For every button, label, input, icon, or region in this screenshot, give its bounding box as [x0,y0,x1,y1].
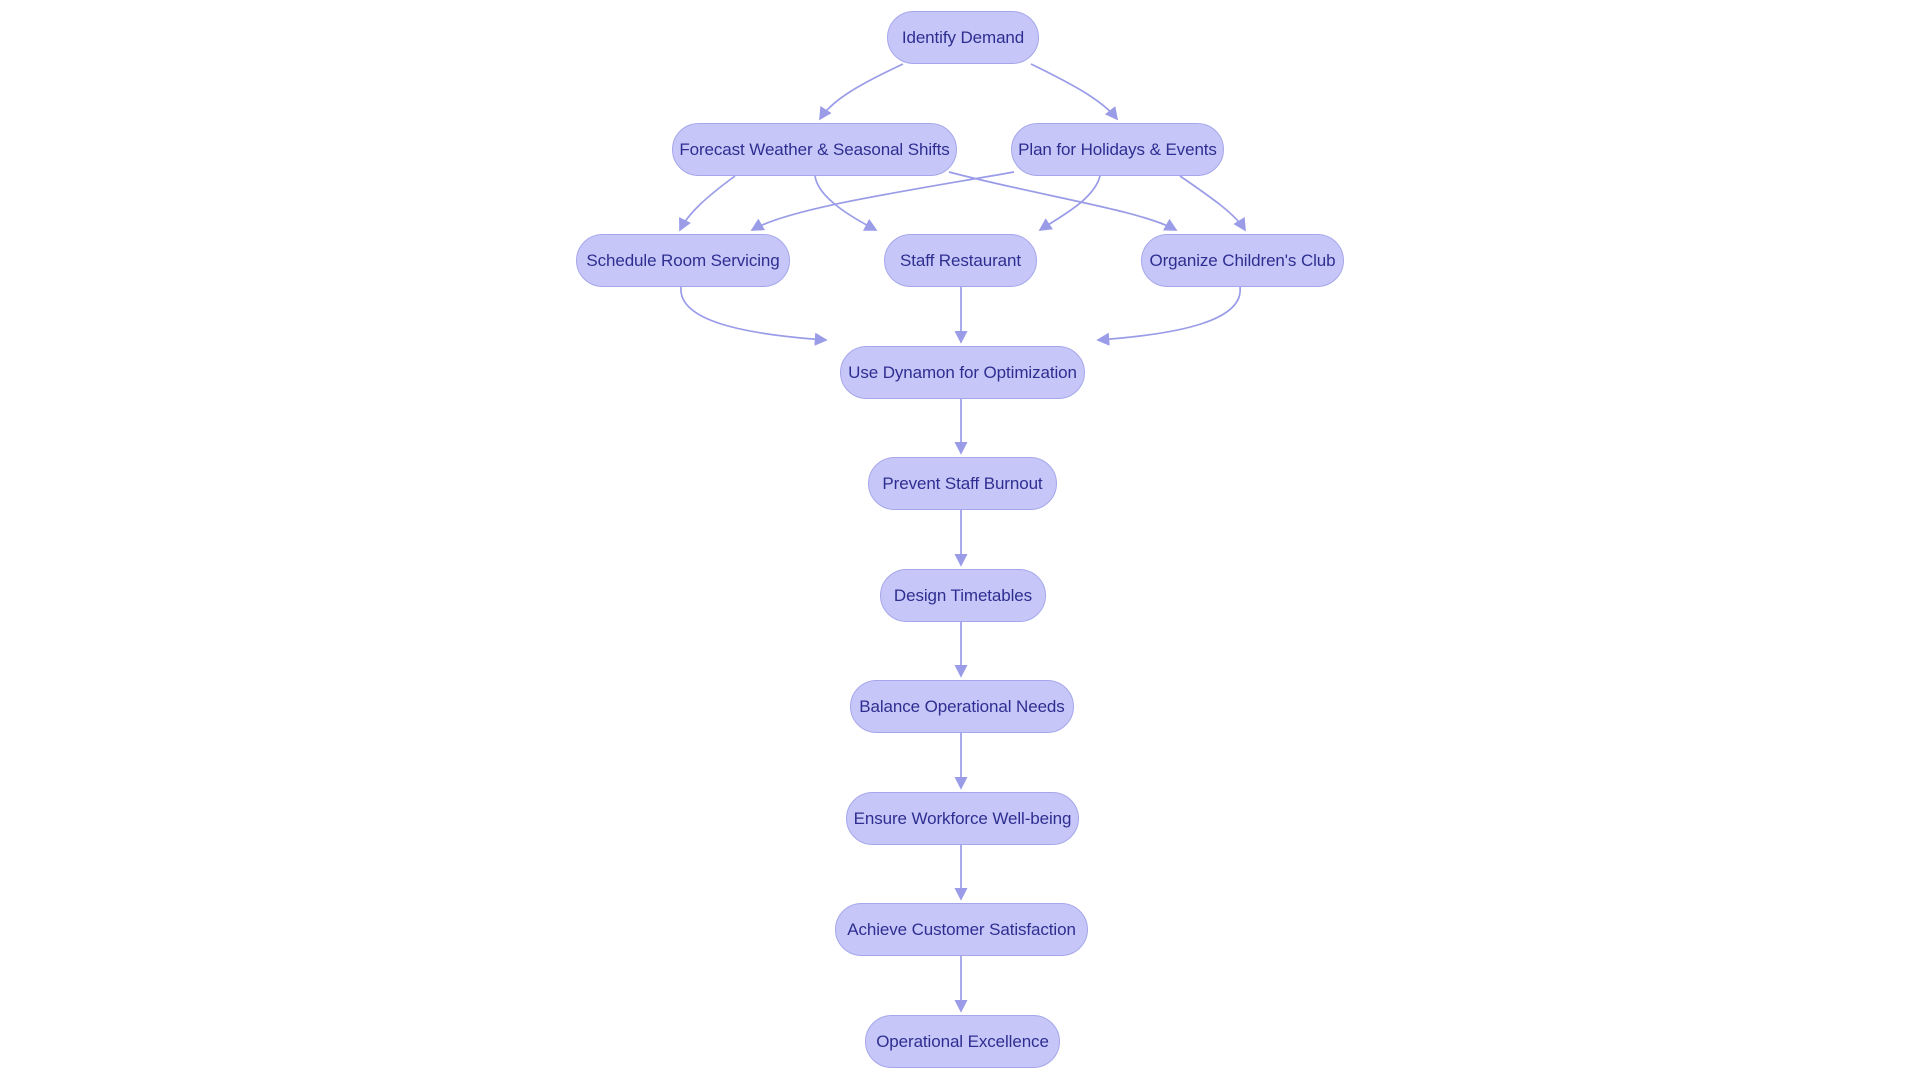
flow-node-label: Forecast Weather & Seasonal Shifts [679,140,950,159]
flow-edge-forecast_weather-to-schedule_room [679,175,736,232]
flowchart-canvas: Identify Demand Forecast Weather & Season… [0,0,1920,1080]
flow-node-label: Plan for Holidays & Events [1018,140,1217,159]
flow-node-label: Balance Operational Needs [859,697,1065,716]
flow-edge-schedule_room-to-use_dynamon [680,286,828,346]
flow-node-balance_ops[interactable]: Balance Operational Needs [850,680,1074,733]
flow-edge-organize_kids_club-to-use_dynamon [1096,286,1241,346]
flow-node-label: Design Timetables [893,586,1033,605]
flow-node-label: Operational Excellence [876,1032,1049,1051]
flow-edge-plan_holidays-to-schedule_room [750,171,1015,231]
flow-node-label: Ensure Workforce Well-being [853,809,1072,828]
flow-node-label: Achieve Customer Satisfaction [847,920,1076,939]
flow-node-label: Identify Demand [901,28,1025,47]
flow-node-label: Organize Children's Club [1149,251,1336,270]
flow-edge-identify_demand-to-forecast_weather [819,63,904,121]
flow-node-identify_demand[interactable]: Identify Demand [887,11,1039,64]
flow-node-label: Prevent Staff Burnout [882,474,1043,493]
flow-node-label: Schedule Room Servicing [586,251,780,270]
flow-edge-plan_holidays-to-staff_restaurant [1038,175,1101,231]
edge-group [679,63,1246,1013]
flow-node-ensure_wellbeing[interactable]: Ensure Workforce Well-being [846,792,1079,845]
flow-node-prevent_burnout[interactable]: Prevent Staff Burnout [868,457,1057,510]
flow-node-use_dynamon[interactable]: Use Dynamon for Optimization [840,346,1085,399]
flow-node-organize_kids_club[interactable]: Organize Children's Club [1141,234,1344,287]
flow-node-schedule_room[interactable]: Schedule Room Servicing [576,234,790,287]
flow-node-plan_holidays[interactable]: Plan for Holidays & Events [1011,123,1224,176]
flow-node-forecast_weather[interactable]: Forecast Weather & Seasonal Shifts [672,123,957,176]
flow-node-achieve_satisfaction[interactable]: Achieve Customer Satisfaction [835,903,1088,956]
flow-node-label: Use Dynamon for Optimization [848,363,1077,382]
flow-node-staff_restaurant[interactable]: Staff Restaurant [884,234,1037,287]
flow-edge-identify_demand-to-plan_holidays [1030,63,1119,121]
flow-edge-plan_holidays-to-organize_kids_club [1179,175,1246,232]
flow-node-label: Staff Restaurant [900,251,1021,270]
flow-edge-forecast_weather-to-staff_restaurant [814,175,878,231]
flow-node-design_timetables[interactable]: Design Timetables [880,569,1046,622]
flow-node-operational_excellence[interactable]: Operational Excellence [865,1015,1060,1068]
flow-edge-forecast_weather-to-organize_kids_club [948,171,1178,231]
